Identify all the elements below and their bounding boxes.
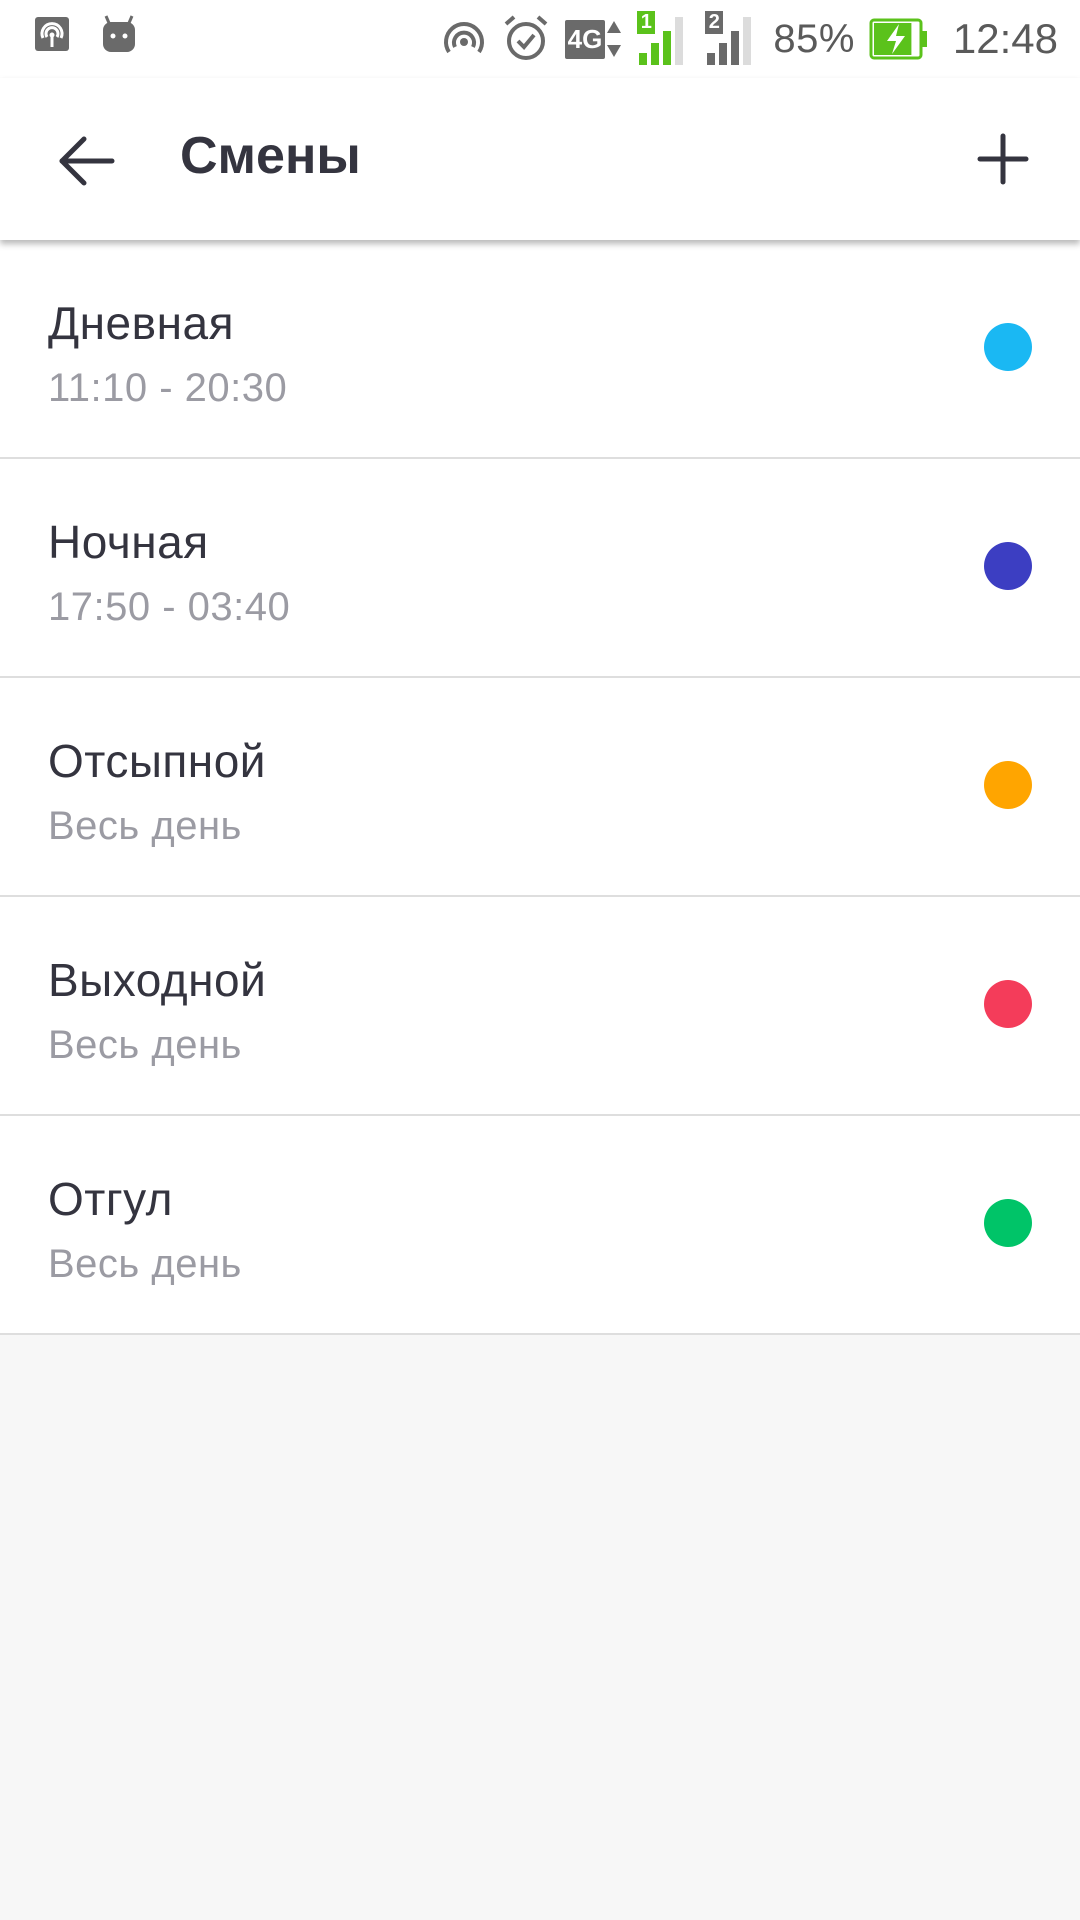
data-arrows-icon [607,21,622,57]
plus-icon [977,133,1029,185]
shift-name: Дневная [48,297,234,349]
shift-name: Отсыпной [48,735,266,787]
signal-sim2-icon: 2 [705,11,759,67]
clock: 12:48 [952,15,1058,62]
shift-item[interactable]: Дневная 11:10 - 20:30 [0,240,1080,459]
shift-time: Весь день [48,1242,242,1286]
battery-percent: 85% [773,16,855,61]
shift-color-dot [984,980,1032,1028]
page-title: Смены [180,127,361,185]
shift-time: 17:50 - 03:40 [48,585,291,629]
shift-item[interactable]: Ночная 17:50 - 03:40 [0,459,1080,678]
hotspot-icon [35,17,69,51]
battery-charging-icon [869,18,927,60]
back-button[interactable] [54,128,120,194]
shift-color-dot [984,323,1032,371]
shift-item[interactable]: Выходной Весь день [0,897,1080,1116]
status-bar: 4G 1 2 85% 12:48 [0,0,1080,78]
add-shift-button[interactable] [970,126,1036,192]
shift-time: Весь день [48,1023,242,1067]
shift-time: 11:10 - 20:30 [48,366,288,410]
android-icon [103,15,135,52]
alarm-icon [504,15,547,60]
shift-color-dot [984,542,1032,590]
nfc-icon [443,22,484,54]
shift-name: Отгул [48,1173,173,1225]
shift-list: Дневная 11:10 - 20:30 Ночная 17:50 - 03:… [0,240,1080,1335]
arrow-left-icon [59,136,115,186]
status-left-icons [34,14,138,54]
shift-time: Весь день [48,804,242,848]
shift-name: Выходной [48,954,267,1006]
network-type-label: 4G [564,19,606,59]
signal-sim1-icon: 1 [637,11,691,67]
4g-icon: 4G [564,17,624,61]
shift-color-dot [984,761,1032,809]
shift-item[interactable]: Отсыпной Весь день [0,678,1080,897]
shift-item[interactable]: Отгул Весь день [0,1116,1080,1335]
shift-name: Ночная [48,516,209,568]
app-bar: Смены [0,78,1080,240]
status-right-icons: 4G 1 2 85% 12:48 [441,10,1058,68]
shift-color-dot [984,1199,1032,1247]
